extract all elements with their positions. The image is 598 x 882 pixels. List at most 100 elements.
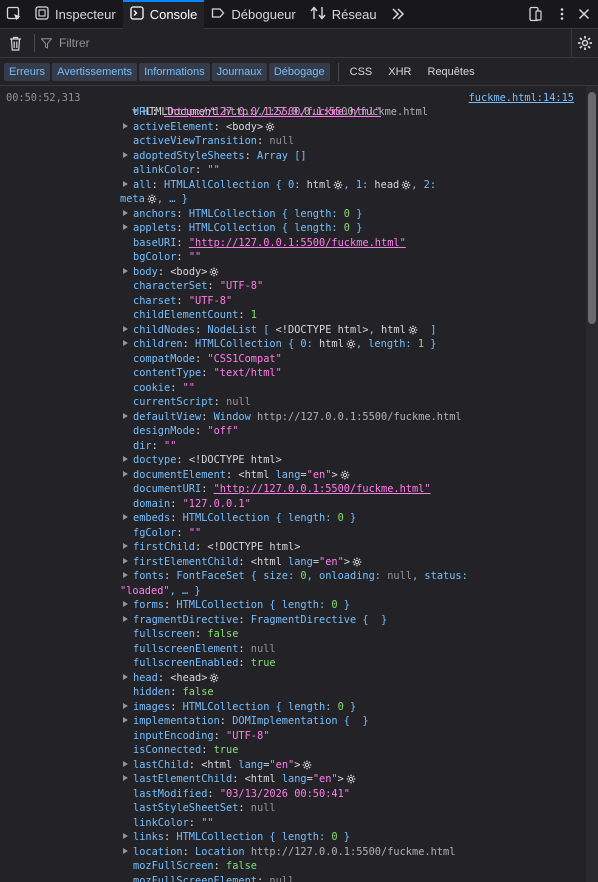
- close-devtools-button[interactable]: [574, 0, 598, 29]
- expand-arrow-icon[interactable]: [123, 224, 128, 230]
- expand-arrow-icon[interactable]: [123, 325, 128, 332]
- property-row[interactable]: all: HTMLAllCollection { 0: html , 1: hea…: [123, 178, 436, 192]
- highlight-node-icon[interactable]: [263, 121, 275, 133]
- property-key: baseURI: [133, 236, 177, 249]
- property-row[interactable]: implementation: DOMImplementation { }: [123, 714, 369, 728]
- tab-debugger[interactable]: Débogueur: [204, 0, 302, 29]
- filter-warnings[interactable]: Avertissements: [52, 62, 138, 81]
- filter-debug[interactable]: Débogage: [268, 62, 330, 81]
- property-row[interactable]: childNodes: NodeList [ <!DOCTYPE html>, …: [123, 323, 436, 337]
- property-row[interactable]: anchors: HTMLCollection { length: 0 }: [123, 207, 362, 221]
- property-colon: :: [157, 671, 171, 684]
- filter-errors[interactable]: Erreurs: [4, 62, 51, 81]
- property-value-part[interactable]: "http://127.0.0.1:5500/fuckme.html": [214, 483, 431, 495]
- property-row[interactable]: doctype: <!DOCTYPE html>: [123, 453, 282, 467]
- property-row[interactable]: links: HTMLCollection { length: 0 }: [123, 830, 350, 844]
- expand-arrow-icon[interactable]: [123, 847, 128, 854]
- property-row[interactable]: images: HTMLCollection { length: 0 }: [123, 700, 356, 714]
- highlight-node-icon[interactable]: [399, 179, 411, 191]
- property-row[interactable]: adoptedStyleSheets: Array []: [123, 149, 307, 163]
- expand-arrow-icon[interactable]: [123, 760, 128, 767]
- property-colon: :: [195, 628, 208, 640]
- highlight-node-icon[interactable]: [300, 759, 312, 771]
- filter-info[interactable]: Informations: [139, 62, 210, 81]
- expand-arrow-icon[interactable]: [123, 412, 128, 419]
- expand-arrow-icon[interactable]: [123, 470, 128, 477]
- property-row[interactable]: forms: HTMLCollection { length: 0 }: [123, 598, 350, 612]
- property-colon: :: [164, 831, 177, 843]
- property-value-part: , … }: [169, 584, 201, 597]
- property-row[interactable]: fragmentDirective: FragmentDirective { }: [123, 613, 387, 627]
- property-row[interactable]: defaultView: Window http://127.0.0.1:550…: [123, 410, 462, 424]
- property-row[interactable]: body: <body>: [123, 265, 219, 279]
- expand-arrow-icon[interactable]: [123, 543, 128, 549]
- expand-arrow-icon[interactable]: [123, 615, 128, 622]
- property-row[interactable]: fonts: FontFaceSet { size: 0, onloading:…: [123, 569, 468, 583]
- expand-arrow-icon[interactable]: [123, 557, 128, 564]
- responsive-mode-button[interactable]: [520, 0, 550, 29]
- expand-arrow-icon[interactable]: [123, 267, 128, 274]
- filter-logs[interactable]: Journaux: [211, 62, 267, 81]
- expand-arrow-icon[interactable]: [123, 151, 128, 158]
- more-options-button[interactable]: [550, 0, 574, 29]
- pick-element-button[interactable]: [0, 0, 28, 29]
- expand-arrow-icon[interactable]: [123, 340, 128, 346]
- property-row[interactable]: head: <head>: [123, 671, 219, 685]
- property-row[interactable]: location: Location http://127.0.0.1:5500…: [123, 845, 455, 859]
- property-value-part[interactable]: "http://127.0.0.1:5500/fuckme.html": [164, 106, 381, 118]
- message-source-link[interactable]: fuckme.html:14:15: [469, 91, 574, 105]
- expand-arrow-icon[interactable]: [123, 456, 128, 462]
- more-tools-button[interactable]: [384, 0, 412, 29]
- property-row[interactable]: lastChild: <html lang="en">: [123, 758, 312, 772]
- property-colon: :: [151, 439, 165, 452]
- highlight-node-icon[interactable]: [331, 179, 343, 191]
- expand-arrow-icon[interactable]: [123, 572, 128, 578]
- property-row: alinkColor: "": [133, 163, 220, 177]
- expand-arrow-icon[interactable]: [123, 673, 128, 680]
- filter-requests[interactable]: Requêtes: [423, 63, 480, 81]
- property-row[interactable]: documentElement: <html lang="en">: [123, 468, 350, 482]
- filter-input[interactable]: [57, 35, 481, 51]
- property-row[interactable]: embeds: HTMLCollection { length: 0 }: [123, 511, 356, 525]
- property-value-part[interactable]: "http://127.0.0.1:5500/fuckme.html": [189, 237, 406, 249]
- expand-arrow-icon[interactable]: [123, 717, 128, 723]
- highlight-node-icon[interactable]: [406, 324, 418, 336]
- property-key: documentElement: [133, 468, 226, 481]
- highlight-node-icon[interactable]: [145, 193, 157, 205]
- highlight-node-icon[interactable]: [338, 469, 350, 481]
- highlight-node-icon[interactable]: [207, 266, 219, 278]
- property-row[interactable]: applets: HTMLCollection { length: 0 }: [123, 221, 362, 235]
- tab-console[interactable]: Console: [122, 0, 205, 29]
- highlight-node-icon[interactable]: [344, 338, 356, 350]
- close-icon: [578, 8, 590, 20]
- expand-arrow-icon[interactable]: [123, 702, 128, 709]
- filter-xhr[interactable]: XHR: [383, 63, 416, 81]
- expand-arrow-icon[interactable]: [123, 601, 128, 607]
- highlight-node-icon[interactable]: [344, 773, 356, 785]
- expand-arrow-icon[interactable]: [123, 775, 128, 781]
- highlight-node-icon[interactable]: [207, 672, 219, 684]
- tab-network[interactable]: Réseau: [303, 0, 384, 29]
- clear-console-button[interactable]: [0, 36, 28, 51]
- expand-arrow-icon[interactable]: [123, 180, 128, 187]
- property-row[interactable]: lastElementChild: <html lang="en">: [123, 772, 356, 786]
- property-colon: :: [151, 106, 165, 118]
- highlight-node-icon[interactable]: [350, 556, 362, 568]
- scrollbar-thumb[interactable]: [588, 92, 596, 324]
- property-value-part: , … }: [156, 193, 188, 205]
- property-key: body: [133, 265, 158, 278]
- console-settings-button[interactable]: [571, 28, 598, 58]
- property-row[interactable]: firstChild: <!DOCTYPE html>: [123, 540, 300, 554]
- property-row[interactable]: activeElement: <body>: [123, 120, 275, 134]
- kebab-icon: [560, 8, 564, 20]
- expand-arrow-icon[interactable]: [123, 209, 128, 216]
- property-row[interactable]: children: HTMLCollection { 0: html , leng…: [123, 337, 436, 351]
- expand-arrow-icon[interactable]: [123, 122, 128, 129]
- tab-inspector[interactable]: Inspecteur: [28, 0, 123, 29]
- property-colon: :: [207, 280, 220, 292]
- property-row[interactable]: firstElementChild: <html lang="en">: [123, 555, 362, 569]
- expand-arrow-icon[interactable]: [123, 833, 128, 839]
- property-value-part: >: [331, 468, 338, 481]
- expand-arrow-icon[interactable]: [123, 514, 128, 520]
- filter-css[interactable]: CSS: [345, 63, 378, 81]
